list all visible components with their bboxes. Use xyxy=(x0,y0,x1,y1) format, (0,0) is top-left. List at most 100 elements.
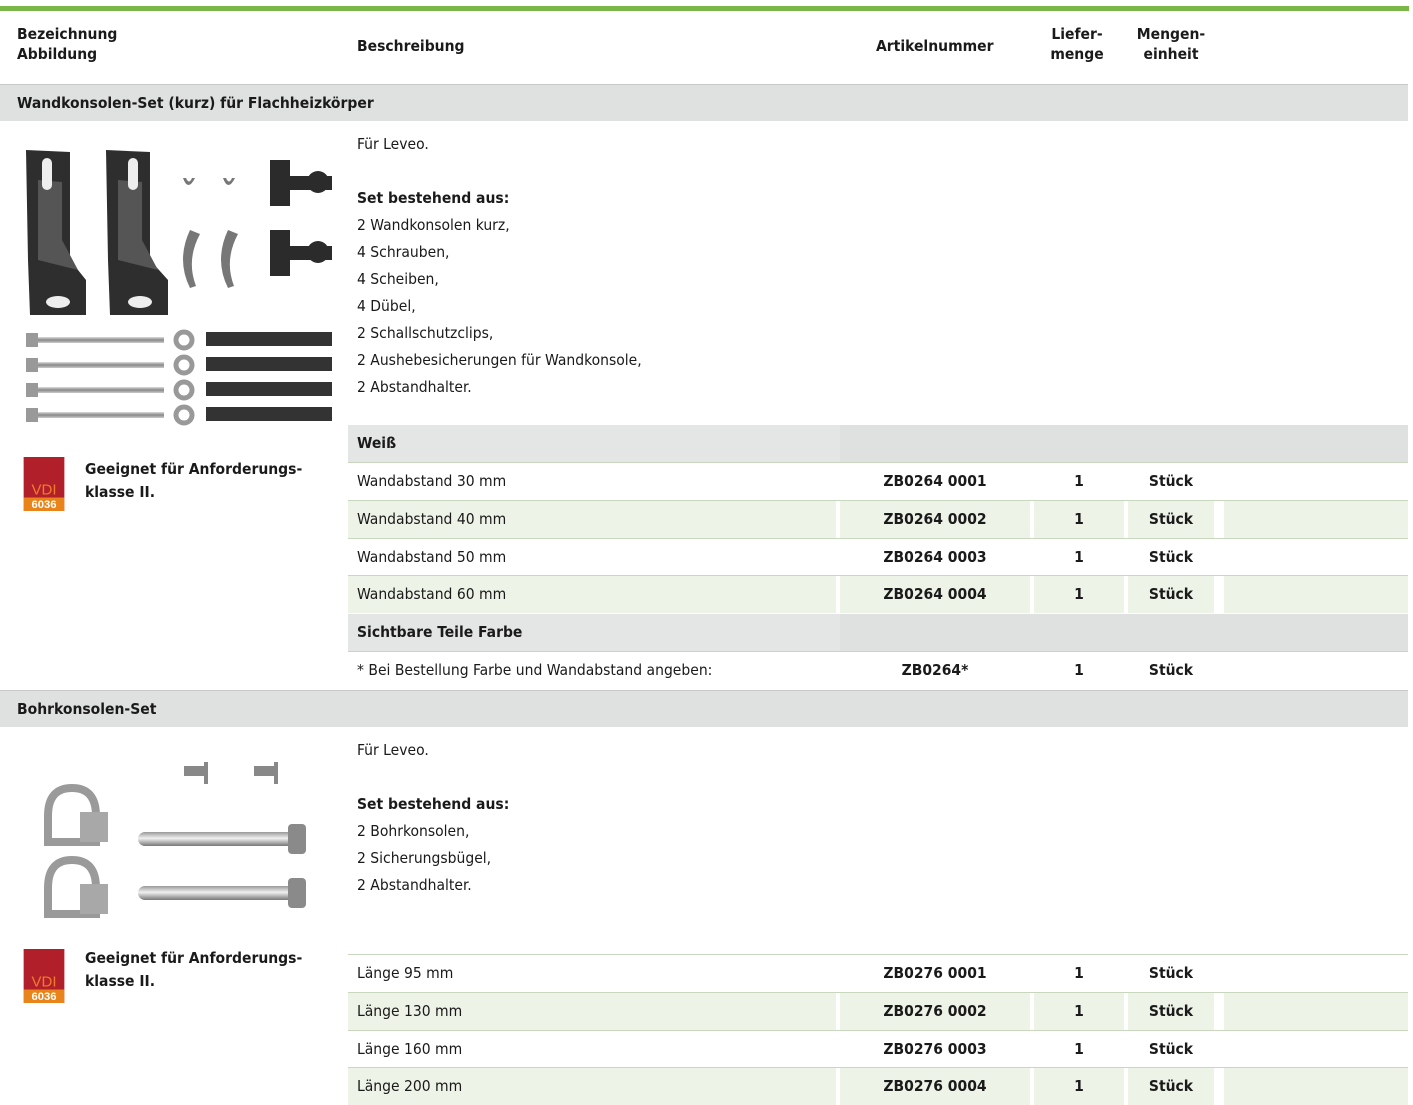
row-unit: Stück xyxy=(1148,1040,1194,1058)
table-row: Länge 200 mm ZB0276 0004 1 Stück xyxy=(348,1067,1408,1105)
row-description: Wandabstand 40 mm xyxy=(357,510,507,528)
vdi-number: 6036 xyxy=(31,991,56,1003)
section1-set-item: 4 Dübel, xyxy=(357,297,416,315)
row-article-number: ZB0276 0004 xyxy=(840,1068,1030,1105)
row-article-number: ZB0264* xyxy=(901,661,969,679)
spacers xyxy=(270,160,332,276)
safety-brackets xyxy=(44,783,108,918)
row-quantity: 1 xyxy=(1074,472,1084,490)
bracket-right xyxy=(106,150,168,315)
row-unit: Stück xyxy=(1128,576,1214,613)
table-row: Wandabstand 50 mm ZB0264 0003 1 Stück xyxy=(348,538,1408,576)
row-description: Länge 200 mm xyxy=(357,1077,463,1095)
row-description: Wandabstand 60 mm xyxy=(357,585,507,603)
section2-set-item: 2 Bohrkonsolen, xyxy=(357,822,470,840)
section1-description: Für Leveo. Set bestehend aus: 2 Wandkons… xyxy=(357,131,642,401)
section1-intro: Für Leveo. xyxy=(357,135,429,153)
table-row: Länge 160 mm ZB0276 0003 1 Stück xyxy=(348,1030,1408,1068)
row-description: * Bei Bestellung Farbe und Wandabstand a… xyxy=(357,661,713,679)
vdi-note-line1: Geeignet für Anforderungs- xyxy=(85,949,303,967)
subgroup-label: Sichtbare Teile Farbe xyxy=(357,623,523,641)
section-title-bohrkonsolen: Bohrkonsolen-Set xyxy=(0,690,1408,727)
table-header: Bezeichnung Abbildung Beschreibung Artike… xyxy=(0,16,1413,92)
screws-washers-dowels xyxy=(26,329,332,426)
table-row: * Bei Bestellung Farbe und Wandabstand a… xyxy=(348,651,1408,689)
clips xyxy=(183,178,238,288)
header-bezeichnung-line2: Abbildung xyxy=(17,45,98,63)
table-row: Wandabstand 30 mm ZB0264 0001 1 Stück xyxy=(348,462,1408,500)
section1-set-heading: Set bestehend aus: xyxy=(357,189,510,207)
vdi-note-line2: klasse II. xyxy=(85,972,156,990)
row-quantity: 1 xyxy=(1074,661,1084,679)
row-quantity: 1 xyxy=(1074,1040,1084,1058)
row-unit: Stück xyxy=(1128,1068,1214,1105)
bracket-left xyxy=(26,150,86,315)
header-liefermenge-line1: Liefer- xyxy=(1051,25,1103,43)
row-description: Wandabstand 50 mm xyxy=(357,548,507,566)
spacer-clips xyxy=(184,762,278,784)
row-quantity: 1 xyxy=(1074,548,1084,566)
row-description: Länge 160 mm xyxy=(357,1040,463,1058)
row-quantity: 1 xyxy=(1034,501,1124,538)
subgroup-sichtbare-teile: Sichtbare Teile Farbe xyxy=(348,614,1408,651)
header-mengeneinheit-line2: einheit xyxy=(1143,45,1199,63)
row-quantity: 1 xyxy=(1034,993,1124,1030)
header-beschreibung: Beschreibung xyxy=(357,37,465,55)
row-quantity: 1 xyxy=(1074,964,1084,982)
section1-set-item: 2 Abstandhalter. xyxy=(357,378,472,396)
row-article-number: ZB0264 0004 xyxy=(840,576,1030,613)
subgroup-weiss: Weiß xyxy=(348,425,1408,462)
vdi-note-line2: klasse II. xyxy=(85,483,156,501)
row-unit: Stück xyxy=(1128,993,1214,1030)
vdi-note-line1: Geeignet für Anforderungs- xyxy=(85,460,303,478)
table-row: Länge 130 mm ZB0276 0002 1 Stück xyxy=(348,992,1408,1030)
section-title-text: Wandkonsolen-Set (kurz) für Flachheizkör… xyxy=(17,94,374,112)
section-title-wandkonsolen: Wandkonsolen-Set (kurz) für Flachheizkör… xyxy=(0,84,1408,121)
row-unit: Stück xyxy=(1148,661,1194,679)
drill-rods xyxy=(138,824,306,908)
row-description: Länge 95 mm xyxy=(357,964,454,982)
vdi-note: Geeignet für Anforderungs-klasse II. xyxy=(85,458,302,504)
row-article-number: ZB0276 0001 xyxy=(883,964,987,982)
row-unit: Stück xyxy=(1148,964,1194,982)
subgroup-label: Weiß xyxy=(357,434,397,452)
vdi-note: Geeignet für Anforderungs-klasse II. xyxy=(85,947,302,993)
row-article-number: ZB0264 0001 xyxy=(883,472,987,490)
section2-set-item: 2 Abstandhalter. xyxy=(357,876,472,894)
section2-description: Für Leveo. Set bestehend aus: 2 Bohrkons… xyxy=(357,737,509,899)
header-artikelnummer: Artikelnummer xyxy=(876,37,994,55)
vdi-6036-logo: VDI 6036 xyxy=(23,949,65,1003)
table-row: Wandabstand 40 mm ZB0264 0002 1 Stück xyxy=(348,500,1408,538)
row-quantity: 1 xyxy=(1034,576,1124,613)
section1-set-item: 2 Wandkonsolen kurz, xyxy=(357,216,510,234)
row-description: Länge 130 mm xyxy=(357,1002,463,1020)
vdi-6036-logo: VDI 6036 xyxy=(23,457,65,511)
table-row: Länge 95 mm ZB0276 0001 1 Stück xyxy=(348,954,1408,992)
header-bezeichnung: Bezeichnung Abbildung xyxy=(17,24,117,64)
row-article-number: ZB0264 0002 xyxy=(840,501,1030,538)
section2-intro: Für Leveo. xyxy=(357,741,429,759)
header-liefermenge: Liefer-menge xyxy=(1042,24,1112,64)
wandkonsolen-set-image xyxy=(26,150,332,426)
section1-set-item: 4 Scheiben, xyxy=(357,270,439,288)
table-row: Wandabstand 60 mm ZB0264 0004 1 Stück xyxy=(348,575,1408,613)
row-quantity: 1 xyxy=(1034,1068,1124,1105)
row-unit: Stück xyxy=(1148,548,1194,566)
row-article-number: ZB0276 0002 xyxy=(840,993,1030,1030)
row-article-number: ZB0276 0003 xyxy=(883,1040,987,1058)
header-liefermenge-line2: menge xyxy=(1050,45,1104,63)
vdi-number: 6036 xyxy=(31,499,56,511)
top-accent-bar xyxy=(0,0,1413,11)
section2-set-heading: Set bestehend aus: xyxy=(357,795,510,813)
section-title-text: Bohrkonsolen-Set xyxy=(17,700,157,718)
header-bezeichnung-line1: Bezeichnung xyxy=(17,25,118,43)
row-unit: Stück xyxy=(1148,472,1194,490)
section1-set-item: 2 Schallschutzclips, xyxy=(357,324,494,342)
row-unit: Stück xyxy=(1128,501,1214,538)
section2-set-item: 2 Sicherungsbügel, xyxy=(357,849,492,867)
vdi-text: VDI xyxy=(31,482,56,499)
row-description: Wandabstand 30 mm xyxy=(357,472,507,490)
section1-set-item: 2 Aushebesicherungen für Wandkonsole, xyxy=(357,351,642,369)
row-article-number: ZB0264 0003 xyxy=(883,548,987,566)
bohrkonsolen-set-image xyxy=(44,762,306,918)
